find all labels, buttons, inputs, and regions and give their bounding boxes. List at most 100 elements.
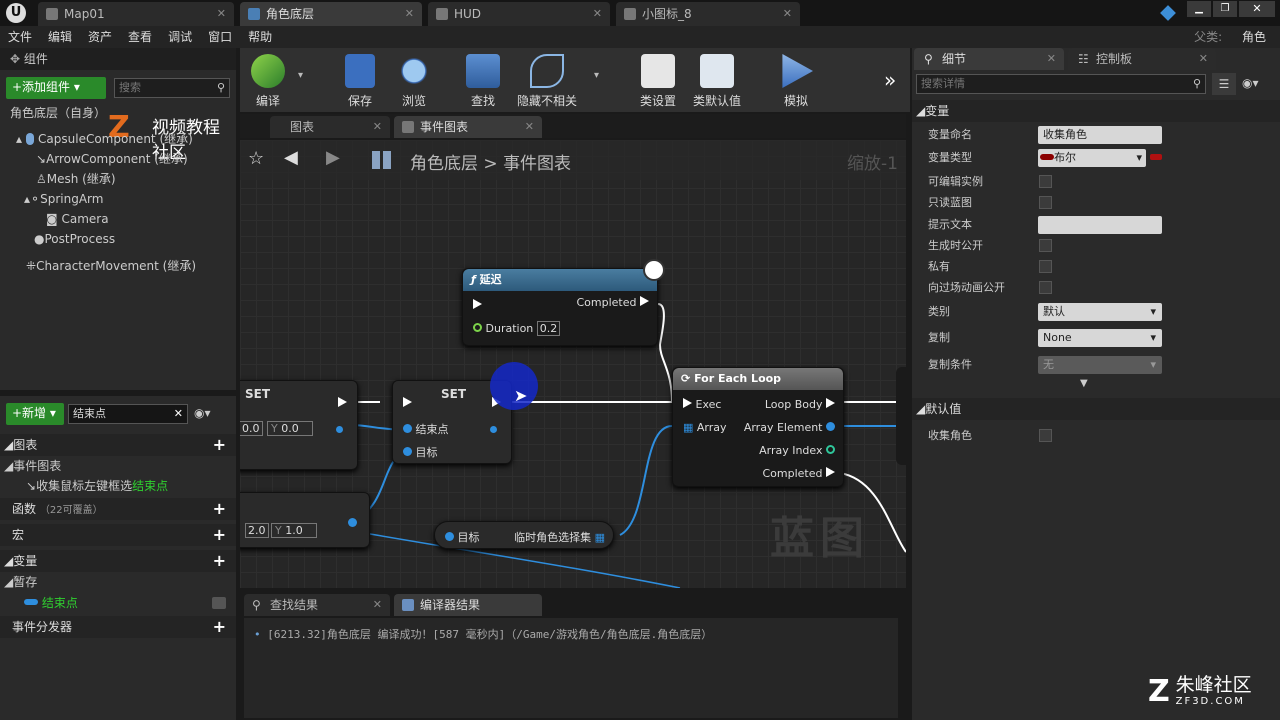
parent-class-link[interactable]: 角色 xyxy=(1234,26,1274,48)
temp-selection-getter-node[interactable]: 目标 临时角色选择集 ▦ xyxy=(434,521,614,549)
breadcrumb-root[interactable]: 角色底层 xyxy=(410,154,478,174)
category-dropdown[interactable]: 默认 ▾ xyxy=(1038,303,1162,321)
event-item[interactable]: ↘收集鼠标左键框选结束点 xyxy=(26,476,168,496)
tab-graph[interactable]: 图表 ✕ xyxy=(270,116,390,138)
close-window-button[interactable]: ✕ xyxy=(1239,1,1275,17)
foreach-completed-pin[interactable] xyxy=(826,467,835,477)
variable-name-input[interactable]: 收集角色 xyxy=(1038,126,1162,144)
close-icon[interactable]: ✕ xyxy=(525,116,534,138)
menu-asset[interactable]: 资产 xyxy=(80,26,120,48)
tab-small-icon[interactable]: 小图标_8 ✕ xyxy=(616,2,800,26)
foreach-exec-pin[interactable] xyxy=(683,398,692,408)
delay-node[interactable]: ƒ 延迟 Completed Duration 0.2 xyxy=(462,259,665,346)
default-value-checkbox[interactable] xyxy=(1039,429,1052,442)
set1-y-input[interactable]: 0.0 xyxy=(281,422,299,435)
unreal-logo-icon[interactable]: U xyxy=(6,3,26,23)
set-node-1[interactable]: SET 0.0 Y 0.0 xyxy=(240,380,358,470)
section-event-graph[interactable]: ◢事件图表 xyxy=(4,456,61,476)
menu-edit[interactable]: 编辑 xyxy=(40,26,80,48)
expand-advanced-icon[interactable]: ▼ xyxy=(1080,378,1088,389)
close-icon[interactable]: ✕ xyxy=(783,2,792,26)
container-type-icon[interactable] xyxy=(1150,154,1162,160)
graph-canvas[interactable]: ƒ 延迟 Completed Duration 0.2 SET 0.0 Y 0.… xyxy=(240,140,906,588)
property-matrix-icon[interactable]: ☰ xyxy=(1212,73,1236,95)
section-dispatchers[interactable]: 事件分发器 xyxy=(0,620,72,634)
section-default-value[interactable]: ◢默认值 xyxy=(912,398,1280,420)
compile-button[interactable]: 编译 xyxy=(240,48,296,112)
tab-map01[interactable]: Map01 ✕ xyxy=(38,2,234,26)
set2-exec-in-pin[interactable] xyxy=(403,397,412,407)
tab-character-base[interactable]: 角色底层 ✕ xyxy=(240,2,422,26)
end-point-pin[interactable] xyxy=(403,424,412,433)
instance-editable-checkbox[interactable] xyxy=(1039,175,1052,188)
component-arrow[interactable]: ↘ArrowComponent (继承) xyxy=(36,149,188,169)
duration-pin[interactable] xyxy=(473,323,482,332)
class-defaults-button[interactable]: 类默认值 xyxy=(688,48,746,112)
components-search-input[interactable]: 搜索 ⚲ xyxy=(114,78,230,98)
for-each-loop-node[interactable]: ⟳ For Each Loop Exec Loop Body ▦ Array A… xyxy=(672,367,844,487)
section-temp[interactable]: ◢暂存 xyxy=(4,572,37,592)
details-search-input[interactable]: 搜索详情 ⚲ xyxy=(916,74,1206,94)
array-index-pin[interactable] xyxy=(826,445,835,454)
component-camera[interactable]: ◙ Camera xyxy=(46,209,109,229)
class-settings-button[interactable]: 类设置 xyxy=(630,48,686,112)
replication-dropdown[interactable]: None ▾ xyxy=(1038,329,1162,347)
close-icon[interactable]: ✕ xyxy=(373,116,382,138)
component-capsule[interactable]: ▴ CapsuleComponent (继承) xyxy=(16,129,193,149)
close-icon[interactable]: ✕ xyxy=(1199,48,1208,70)
tab-palette[interactable]: ☷ 控制板 ✕ xyxy=(1068,48,1216,70)
save-button[interactable]: 保存 xyxy=(332,48,388,112)
set1-exec-out-pin[interactable] xyxy=(338,397,347,407)
menu-file[interactable]: 文件 xyxy=(0,26,40,48)
minimize-button[interactable]: ▁ xyxy=(1187,1,1211,17)
back-arrow-icon[interactable]: ◀ xyxy=(284,147,298,168)
expose-cinematics-checkbox[interactable] xyxy=(1039,281,1052,294)
eye-closed-icon[interactable] xyxy=(212,597,226,609)
menu-window[interactable]: 窗口 xyxy=(200,26,240,48)
clear-icon[interactable]: ✕ xyxy=(174,405,183,423)
tab-find-results[interactable]: ⚲ 查找结果 ✕ xyxy=(244,594,390,616)
close-icon[interactable]: ✕ xyxy=(1047,48,1056,70)
add-dispatcher-button[interactable]: + xyxy=(213,616,226,638)
vec-x-input[interactable]: 2.0 xyxy=(245,523,269,538)
blueprint-search-input[interactable]: 结束点 ✕ xyxy=(68,404,188,424)
set1-out-pin[interactable] xyxy=(336,426,343,433)
add-component-button[interactable]: +添加组件 ▾ xyxy=(6,77,106,99)
array-element-pin[interactable] xyxy=(826,422,835,431)
hide-unrelated-dropdown[interactable]: ▾ xyxy=(594,70,599,81)
source-control-icon[interactable] xyxy=(1160,5,1176,21)
expose-on-spawn-checkbox[interactable] xyxy=(1039,239,1052,252)
tab-details[interactable]: ⚲ 细节 ✕ xyxy=(914,48,1064,70)
maximize-button[interactable]: ❐ xyxy=(1213,1,1237,17)
add-function-button[interactable]: + xyxy=(213,498,226,520)
new-variable-button[interactable]: +新增 ▾ xyxy=(6,403,64,425)
vec-y-input[interactable]: 1.0 xyxy=(285,524,303,537)
menu-view[interactable]: 查看 xyxy=(120,26,160,48)
component-mesh[interactable]: ♙Mesh (继承) xyxy=(36,169,116,189)
component-postprocess[interactable]: ●PostProcess xyxy=(34,229,115,249)
variable-item[interactable]: 结束点 xyxy=(24,593,230,613)
array-out-pin[interactable]: ▦ xyxy=(595,531,605,544)
toolbar-overflow-icon[interactable]: » xyxy=(884,68,896,92)
private-checkbox[interactable] xyxy=(1039,260,1052,273)
menu-debug[interactable]: 调试 xyxy=(160,26,200,48)
add-variable-button[interactable]: + xyxy=(213,550,226,572)
tab-hud[interactable]: HUD ✕ xyxy=(428,2,610,26)
close-icon[interactable]: ✕ xyxy=(405,2,414,26)
vec-out-pin[interactable] xyxy=(348,518,357,527)
find-button[interactable]: 查找 xyxy=(455,48,511,112)
add-graph-button[interactable]: + xyxy=(213,434,226,456)
set1-x-input[interactable]: 0.0 xyxy=(240,421,263,436)
eye-icon[interactable]: ◉▾ xyxy=(1242,76,1259,90)
close-icon[interactable]: ✕ xyxy=(593,2,602,26)
browse-button[interactable]: 浏览 xyxy=(386,48,442,112)
duration-input[interactable]: 0.2 xyxy=(536,321,561,336)
replication-condition-dropdown[interactable]: 无 ▾ xyxy=(1038,356,1162,374)
section-variables[interactable]: ◢变量 xyxy=(0,554,37,568)
tab-compiler-results[interactable]: 编译器结果 xyxy=(394,594,542,616)
completed-pin[interactable] xyxy=(640,296,649,306)
component-springarm[interactable]: ▴⚬SpringArm xyxy=(24,189,103,209)
blueprint-readonly-checkbox[interactable] xyxy=(1039,196,1052,209)
component-charmovement[interactable]: ⁜CharacterMovement (继承) xyxy=(26,256,196,276)
simulate-button[interactable]: 模拟 xyxy=(768,48,824,112)
